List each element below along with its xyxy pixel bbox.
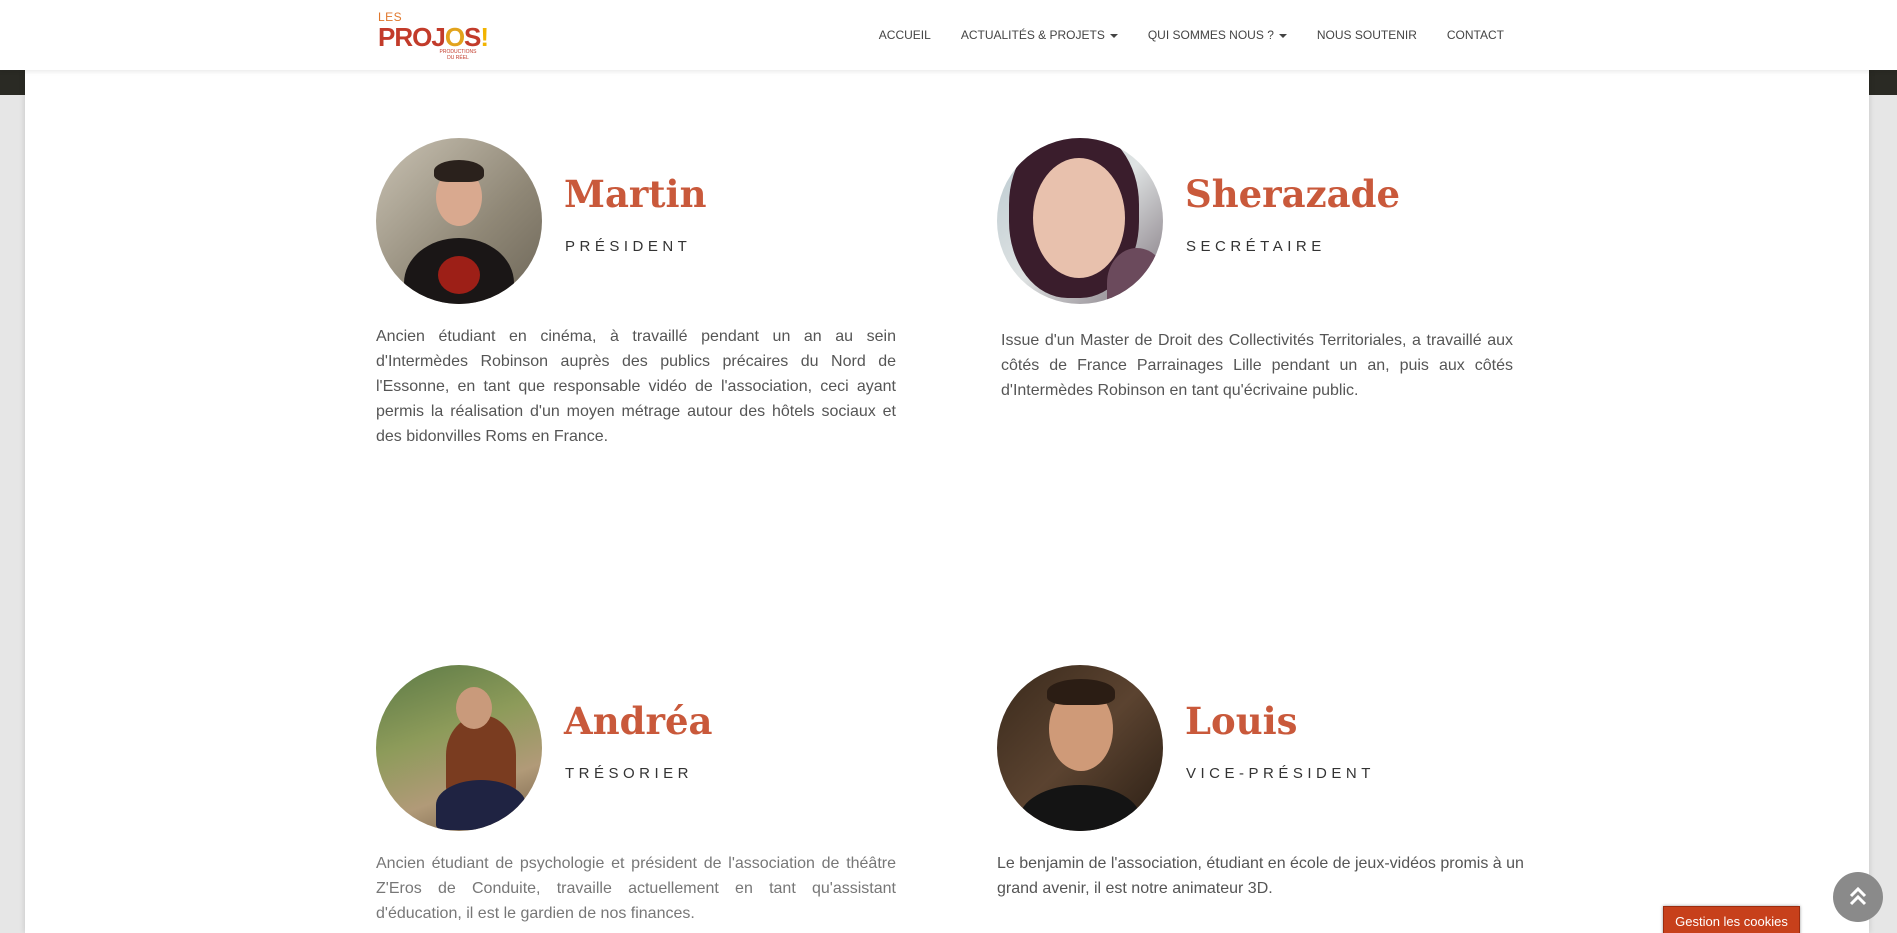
member-name: Martin: [564, 172, 707, 216]
team-member-card: Martin PRÉSIDENT Ancien étudiant en ciné…: [376, 138, 896, 458]
nav-item-qui-sommes-nous[interactable]: QUI SOMMES NOUS ?: [1148, 28, 1287, 42]
member-name: Sherazade: [1185, 172, 1401, 216]
avatar: [376, 138, 542, 304]
team-member-card: Louis VICE-PRÉSIDENT Le benjamin de l'as…: [997, 665, 1527, 933]
nav-item-contact[interactable]: CONTACT: [1447, 28, 1504, 42]
member-name: Andréa: [564, 699, 713, 743]
nav-item-nous-soutenir[interactable]: NOUS SOUTENIR: [1317, 28, 1417, 42]
logo-tagline: PRODUCTIONS DU RÉEL: [439, 49, 477, 61]
caret-down-icon: [1278, 33, 1287, 38]
content-panel: [25, 70, 1869, 933]
team-member-card: Andréa TRÉSORIER Ancien étudiant de psyc…: [376, 665, 896, 933]
member-role: TRÉSORIER: [565, 765, 694, 782]
avatar: [997, 138, 1163, 304]
member-name: Louis: [1185, 699, 1298, 743]
member-role: SECRÉTAIRE: [1186, 238, 1326, 255]
caret-down-icon: [1109, 33, 1118, 38]
main-nav: ACCUEIL ACTUALITÉS & PROJETS QUI SOMMES …: [849, 0, 1504, 70]
member-role: VICE-PRÉSIDENT: [1186, 765, 1375, 782]
nav-item-accueil[interactable]: ACCUEIL: [879, 28, 931, 42]
avatar: [997, 665, 1163, 831]
site-logo[interactable]: LES PROJOS! PRODUCTIONS DU RÉEL: [378, 10, 489, 61]
member-description: Le benjamin de l'association, étudiant e…: [997, 855, 1524, 897]
avatar: [376, 665, 542, 831]
background-side-left: [0, 95, 25, 933]
scroll-to-top-button[interactable]: [1833, 872, 1883, 922]
member-description: Ancien étudiant en cinéma, à travaillé p…: [376, 328, 896, 445]
background-side-right: [1869, 95, 1897, 933]
site-header: LES PROJOS! PRODUCTIONS DU RÉEL ACCUEIL …: [0, 0, 1897, 70]
nav-item-actualites-projets[interactable]: ACTUALITÉS & PROJETS: [961, 28, 1118, 42]
cookie-settings-button[interactable]: Gestion les cookies: [1663, 906, 1800, 933]
background-edge-left: [0, 70, 25, 95]
background-edge-right: [1869, 70, 1897, 95]
member-description: Ancien étudiant de psychologie et présid…: [376, 855, 896, 922]
member-description: Issue d'un Master de Droit des Collectiv…: [1001, 332, 1513, 399]
double-chevron-up-icon: [1849, 886, 1867, 906]
team-member-card: Sherazade SECRÉTAIRE Issue d'un Master d…: [997, 138, 1517, 458]
member-role: PRÉSIDENT: [565, 238, 692, 255]
